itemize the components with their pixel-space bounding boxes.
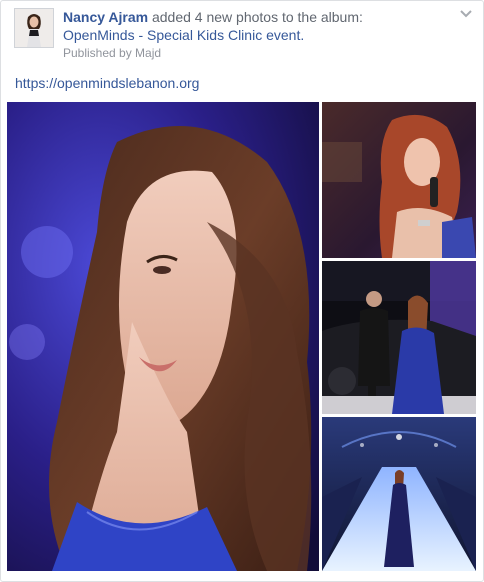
photo-arrival[interactable] <box>322 261 476 414</box>
photo-singer-image <box>322 102 476 258</box>
avatar[interactable] <box>14 8 54 48</box>
photo-arrival-image <box>322 261 476 414</box>
post-card: Nancy Ajram added 4 new photos to the al… <box>0 0 484 582</box>
photo-singer[interactable] <box>322 102 476 258</box>
photo-runway[interactable] <box>322 417 476 571</box>
author-name-link[interactable]: Nancy Ajram <box>63 9 148 25</box>
photo-portrait-image <box>7 102 319 571</box>
photo-runway-image <box>322 417 476 571</box>
chevron-down-icon[interactable] <box>459 6 473 20</box>
post-action-text: added 4 new photos to the album: <box>151 9 363 25</box>
post-header: Nancy Ajram added 4 new photos to the al… <box>63 8 363 26</box>
post-link[interactable]: https://openmindslebanon.org <box>15 74 199 92</box>
photo-main[interactable] <box>7 102 319 571</box>
published-by-text: Published by Majd <box>63 46 162 60</box>
album-link[interactable]: OpenMinds - Special Kids Clinic event. <box>63 26 304 44</box>
